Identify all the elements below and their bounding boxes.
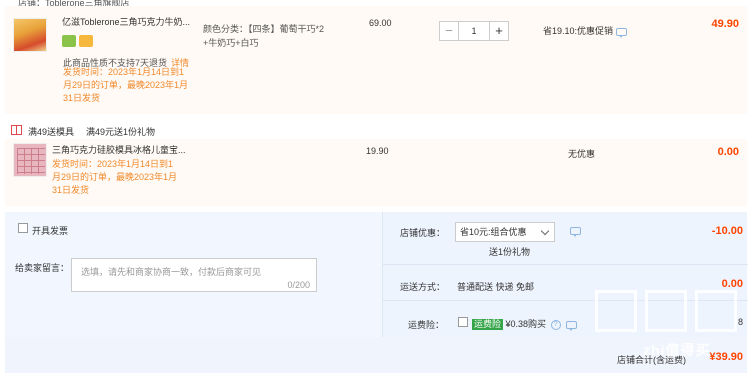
store-discount-select[interactable]: 省10元:组合优惠 (455, 222, 555, 242)
spec-line: +牛奶巧+白巧 (203, 38, 259, 48)
card-badge-icon[interactable] (79, 35, 93, 47)
decrease-button[interactable]: − (439, 21, 459, 41)
help-icon[interactable]: ? (550, 319, 561, 330)
order-item-row: 亿滋Toblerone三角巧克力牛奶... 此商品性质不支持7天退货 详情 发货时… (5, 6, 747, 114)
spec-line: 颜色分类：【四条】葡萄干巧*2 (203, 24, 325, 34)
chat-icon[interactable] (566, 320, 578, 331)
shipping-value: 普通配送 快递 免邮 (457, 282, 535, 292)
shipping-amount: 0.00 (721, 278, 743, 290)
insurance-tag: 运费险 (472, 319, 504, 330)
insurance-label: 运费险： (408, 320, 445, 330)
promo-saving: 无优惠 (568, 149, 596, 159)
quantity-input[interactable]: 1 (459, 21, 489, 41)
gift-icon (11, 125, 22, 135)
unit-price: 19.90 (366, 146, 389, 156)
item-amount: 0.00 (717, 146, 739, 158)
sku-spec: 颜色分类：【四条】葡萄干巧*2 +牛奶巧+白巧 (203, 22, 373, 50)
invoice-label: 开具发票 (32, 226, 69, 236)
ship-line: 月29日的订单，最晚2023年1月 (52, 172, 178, 182)
watermark-glyph (645, 290, 687, 332)
gift-note: 送1份礼物 (489, 247, 531, 257)
store-discount-value: 省10元:组合优惠 (460, 227, 527, 237)
watermark-text: zhi值得买 (643, 342, 711, 358)
insurance-option: 运费险 ¥0.38购买 ? (472, 317, 578, 331)
quantity-stepper: − 1 + (439, 21, 509, 41)
service-badges (62, 35, 93, 47)
divider (383, 264, 748, 265)
memo-placeholder: 选填，请先和商家协商一致，付款后商家可见 (81, 267, 262, 277)
product-thumbnail[interactable] (13, 18, 47, 52)
ship-line: 发货时间：2023年1月14日到1 (52, 159, 174, 169)
ship-line: 31日发货 (52, 185, 90, 195)
insurance-checkbox[interactable] (458, 317, 468, 327)
invoice-checkbox[interactable] (18, 223, 28, 233)
shipping-label: 运送方式： (400, 282, 446, 292)
memo-label: 给卖家留言： (15, 263, 70, 273)
item-amount: 49.90 (711, 18, 739, 30)
promo-saving: 省19.10:优惠促销 (543, 24, 628, 38)
memo-char-count: 0/200 (287, 280, 310, 290)
product-thumbnail[interactable] (13, 143, 47, 177)
service-badge-icon[interactable] (62, 35, 76, 47)
gift-desc: 满49元送1份礼物 (86, 127, 156, 137)
watermark: zhi值得买 (595, 290, 745, 370)
chevron-down-icon (540, 226, 550, 236)
watermark-glyph (695, 290, 737, 332)
chat-icon[interactable] (616, 27, 628, 38)
watermark-glyph (595, 290, 637, 332)
store-discount-label: 店铺优惠： (400, 228, 446, 238)
increase-button[interactable]: + (489, 21, 509, 41)
promo-saving-text: 省19.10:优惠促销 (543, 26, 614, 36)
ship-line: 发货时间：2023年1月14日到1 (63, 67, 185, 77)
gift-label: 满49送模具 (28, 127, 75, 137)
ship-line: 31日发货 (63, 93, 101, 103)
store-discount-amount: -10.00 (711, 225, 743, 237)
chat-icon[interactable] (570, 227, 581, 237)
product-name[interactable]: 亿滋Toblerone三角巧克力牛奶... (62, 16, 190, 28)
insurance-price: ¥0.38购买 (505, 319, 547, 329)
ship-time-info: 发货时间：2023年1月14日到1 月29日的订单，最晚2023年1月 31日发… (63, 66, 188, 105)
order-item-row: 三角巧克力硅胶模具冰格儿童宝... 发货时间：2023年1月14日到1 月29日… (5, 139, 747, 206)
gift-promo-header: 满49送模具 满49元送1份礼物 (5, 122, 747, 138)
unit-price: 69.00 (369, 18, 392, 28)
ship-line: 月29日的订单，最晚2023年1月 (63, 80, 189, 90)
product-name[interactable]: 三角巧克力硅胶模具冰格儿童宝... (52, 144, 186, 156)
memo-textarea[interactable]: 选填，请先和商家协商一致，付款后商家可见 0/200 (71, 258, 317, 292)
ship-time-info: 发货时间：2023年1月14日到1 月29日的订单，最晚2023年1月 31日发… (52, 158, 177, 197)
